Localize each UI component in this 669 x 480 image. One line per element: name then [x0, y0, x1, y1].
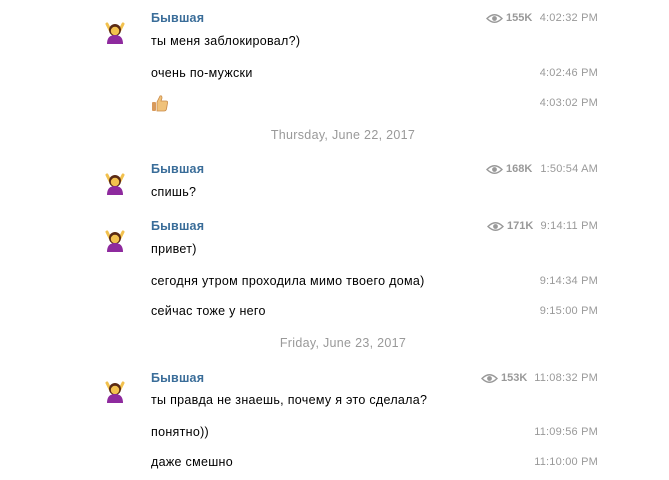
- view-count: 168K: [486, 163, 532, 175]
- chat-history: Бывшая 155K 4:02:32 PM ты меня заблокиро…: [0, 0, 669, 480]
- sender-name[interactable]: Бывшая: [151, 162, 204, 176]
- sender-avatar[interactable]: [104, 228, 126, 252]
- sender-avatar[interactable]: [104, 379, 126, 403]
- message-text: ты меня заблокировал?): [151, 34, 301, 48]
- view-count-value: 168K: [506, 163, 533, 175]
- date-separator: Thursday, June 22, 2017: [270, 128, 416, 142]
- eye-icon: [481, 373, 498, 383]
- eye-icon: [487, 221, 504, 231]
- view-count: 171K: [487, 220, 533, 232]
- message-text: даже смешно: [151, 455, 234, 469]
- sender-name[interactable]: Бывшая: [151, 219, 204, 233]
- message-time: 11:09:56 PM: [534, 426, 598, 438]
- message-text: сейчас тоже у него: [151, 304, 266, 318]
- sender-name[interactable]: Бывшая: [151, 11, 204, 25]
- message-text: понятно)): [151, 425, 209, 439]
- message-time: 11:10:00 PM: [534, 456, 598, 468]
- sender-avatar[interactable]: [104, 171, 126, 195]
- view-count-value: 171K: [507, 220, 534, 232]
- message-time: 1:50:54 AM: [540, 163, 598, 175]
- date-separator: Friday, June 23, 2017: [279, 336, 407, 350]
- view-count: 155K: [486, 12, 532, 24]
- message-text: очень по-мужски: [151, 66, 253, 80]
- message-time: 9:15:00 PM: [539, 305, 598, 317]
- woman-gesturing-emoji: [105, 22, 125, 44]
- message-time: 11:08:32 PM: [534, 372, 598, 384]
- message-text: ты правда не знаешь, почему я это сделал…: [151, 393, 428, 407]
- sender-avatar[interactable]: [104, 20, 126, 44]
- message-time: 4:03:02 PM: [539, 97, 598, 109]
- woman-gesturing-emoji: [105, 173, 125, 195]
- woman-gesturing-emoji: [105, 381, 125, 403]
- eye-icon: [486, 164, 503, 174]
- message-text: сегодня утром проходила мимо твоего дома…: [151, 274, 425, 288]
- message-text: спишь?: [151, 185, 197, 199]
- message-time: 9:14:34 PM: [539, 275, 598, 287]
- thumbs-up-emoji: [151, 94, 169, 112]
- message-text: привет): [151, 242, 197, 256]
- view-count: 153K: [481, 372, 527, 384]
- message-time: 4:02:32 PM: [539, 12, 598, 24]
- sender-name[interactable]: Бывшая: [151, 371, 204, 385]
- view-count-value: 155K: [506, 12, 533, 24]
- message-time: 9:14:11 PM: [540, 220, 598, 232]
- eye-icon: [486, 13, 503, 23]
- message-time: 4:02:46 PM: [539, 67, 598, 79]
- woman-gesturing-emoji: [105, 230, 125, 252]
- view-count-value: 153K: [501, 372, 528, 384]
